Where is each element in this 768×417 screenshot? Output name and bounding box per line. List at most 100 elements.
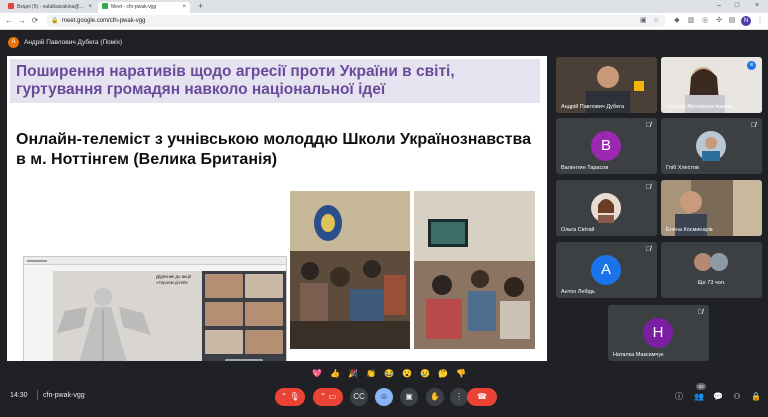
video-grid-screenshot	[202, 271, 286, 361]
participant-name: Валентин Тарасов	[561, 165, 609, 171]
microphone-toggle-button[interactable]: ⌃ 🎙	[275, 388, 305, 406]
menu-kebab-icon[interactable]: ⋮	[755, 16, 765, 26]
classroom-photo-right	[414, 191, 535, 349]
participant-avatar: В	[591, 131, 621, 161]
more-participants-label: Ще 73 чол.	[697, 280, 726, 286]
gmail-icon	[8, 3, 14, 9]
participant-name: Наталія Вікторівна Івакіна	[666, 104, 733, 110]
meet-icon	[102, 3, 108, 9]
participant-tile[interactable]: ≋ Наталія Вікторівна Івакіна	[661, 57, 762, 113]
people-count-badge: 83	[696, 383, 706, 390]
thinking-reaction-icon[interactable]: 🤔	[438, 368, 448, 380]
mic-off-icon: 🎙̸	[645, 122, 651, 129]
presenter-name: Андрій Павлович Дубега (Поміх)	[24, 39, 123, 46]
new-tab-button[interactable]: +	[198, 1, 203, 11]
puzzle-icon[interactable]: ✣	[714, 16, 724, 26]
participant-avatar: Н	[643, 318, 673, 348]
participant-tile[interactable]: 🎙̸ Ольга Світай	[556, 180, 657, 236]
back-button[interactable]: ←	[4, 16, 14, 26]
extension-icon[interactable]: ▥	[686, 16, 696, 26]
browser-tab-strip: Вхідні (5) - natalkaivakina@... × Meet -…	[0, 0, 768, 13]
participant-name: Наталка Максимчук	[613, 352, 664, 358]
forward-button[interactable]: →	[17, 16, 27, 26]
extension-icon[interactable]: ◆	[672, 16, 682, 26]
presenter-avatar: А	[8, 37, 19, 48]
participant-tile[interactable]: A 🎙̸ Антон Лебідь	[556, 242, 657, 298]
laugh-reaction-icon[interactable]: 😂	[384, 368, 394, 380]
meeting-code: cfn-pwak-vgg	[43, 392, 85, 399]
meeting-info-icon[interactable]: ⓘ	[672, 390, 686, 404]
slide-subtitle: Онлайн-телеміст з учнівською молоддю Шко…	[16, 131, 531, 168]
participant-name: Елена Косминарів	[666, 227, 713, 233]
raise-hand-button[interactable]: ✋	[426, 388, 444, 406]
camera-toggle-button[interactable]: ⌃ ▭	[313, 388, 343, 406]
present-screen-button[interactable]: ▣	[400, 388, 418, 406]
participant-photo-avatar	[696, 131, 726, 161]
screenshot-topbar	[24, 257, 286, 265]
participant-tile[interactable]: Андрій Павлович Дубега	[556, 57, 657, 113]
profile-avatar[interactable]: N	[741, 16, 751, 26]
close-window-button[interactable]: ×	[750, 0, 764, 13]
thumbs-up-reaction-icon[interactable]: 👍	[330, 368, 340, 380]
participant-tile[interactable]: Н 🎙̸ Наталка Максимчук	[608, 305, 709, 361]
participant-tile[interactable]: 🎙̸ Гліб Хлестов	[661, 118, 762, 174]
meeting-time: 14:30	[10, 392, 28, 399]
leave-call-button[interactable]: ☎	[467, 388, 497, 406]
thumbs-down-reaction-icon[interactable]: 👎	[456, 368, 466, 380]
thumb-tile	[245, 330, 283, 354]
address-toolbar: ← → ⟳ 🔒 meet.google.com/cfn-pwak-vgg ▣ ☆…	[0, 13, 768, 30]
address-bar[interactable]: 🔒 meet.google.com/cfn-pwak-vgg ▣ ☆	[46, 15, 666, 27]
tab-meet[interactable]: Meet - cfn-pwak-vgg ×	[98, 2, 190, 13]
tab-gmail[interactable]: Вхідні (5) - natalkaivakina@... ×	[4, 2, 96, 13]
reactions-button[interactable]: ☺	[375, 388, 393, 406]
participant-tile[interactable]: Елена Косминарів	[661, 180, 762, 236]
slide-title: Поширення наративів щодо агресії проти У…	[10, 59, 540, 103]
more-options-button[interactable]: ⋮	[450, 388, 468, 406]
thumb-tile	[205, 302, 243, 326]
mic-off-icon: 🎙̸	[697, 309, 703, 316]
speaking-indicator-icon: ≋	[747, 61, 756, 70]
people-icon[interactable]: 👥	[692, 390, 706, 404]
classroom-photo-left	[290, 191, 410, 349]
sidebar-icon[interactable]: ▤	[727, 16, 737, 26]
thumb-tile	[205, 274, 243, 298]
surprised-reaction-icon[interactable]: 😮	[402, 368, 412, 380]
close-tab-icon[interactable]: ×	[88, 2, 92, 13]
thumb-tile	[205, 330, 243, 354]
heart-reaction-icon[interactable]: 💖	[312, 368, 322, 380]
participant-photo-avatar	[591, 193, 621, 223]
lock-icon: 🔒	[51, 18, 59, 24]
participant-name: Антон Лебідь	[561, 289, 595, 295]
mic-off-icon: 🎙̸	[750, 122, 756, 129]
camera-icon[interactable]: ▣	[640, 15, 647, 27]
participant-stack-icon	[694, 253, 728, 271]
participant-name: Гліб Хлестов	[666, 165, 699, 171]
minimize-window-button[interactable]: –	[712, 0, 726, 13]
bookmark-star-icon[interactable]: ☆	[653, 15, 659, 27]
participant-tile[interactable]: В 🎙̸ Валентин Тарасов	[556, 118, 657, 174]
chat-icon[interactable]: 💬	[711, 390, 725, 404]
participant-avatar: A	[591, 255, 621, 285]
close-tab-icon[interactable]: ×	[182, 2, 186, 13]
thumb-tile	[225, 359, 263, 361]
extension-icon[interactable]: ◎	[700, 16, 710, 26]
screenshot-photo: Дідвчник до акції «Героям дітей»	[23, 256, 287, 361]
thumb-tile	[245, 274, 283, 298]
sad-reaction-icon[interactable]: 😢	[420, 368, 430, 380]
more-participants-tile[interactable]: Ще 73 чол.	[661, 242, 762, 298]
clap-reaction-icon[interactable]: 👏	[366, 368, 376, 380]
party-reaction-icon[interactable]: 🎉	[348, 368, 358, 380]
window-caption-icon	[27, 259, 47, 262]
mic-off-icon: 🎙̸	[645, 184, 651, 191]
url-text: meet.google.com/cfn-pwak-vgg	[62, 18, 146, 24]
maximize-window-button[interactable]: □	[730, 0, 744, 13]
reload-button[interactable]: ⟳	[30, 16, 40, 26]
angel-figure-icon	[57, 288, 151, 361]
activities-icon[interactable]: ⚇	[730, 390, 744, 404]
shared-screen-slide: Поширення наративів щодо агресії проти У…	[7, 56, 547, 361]
host-controls-icon[interactable]: 🔒	[749, 390, 763, 404]
divider	[37, 390, 38, 400]
mic-off-icon: 🎙̸	[645, 246, 651, 253]
captions-button[interactable]: CC	[350, 388, 368, 406]
thumb-tile	[245, 302, 283, 326]
